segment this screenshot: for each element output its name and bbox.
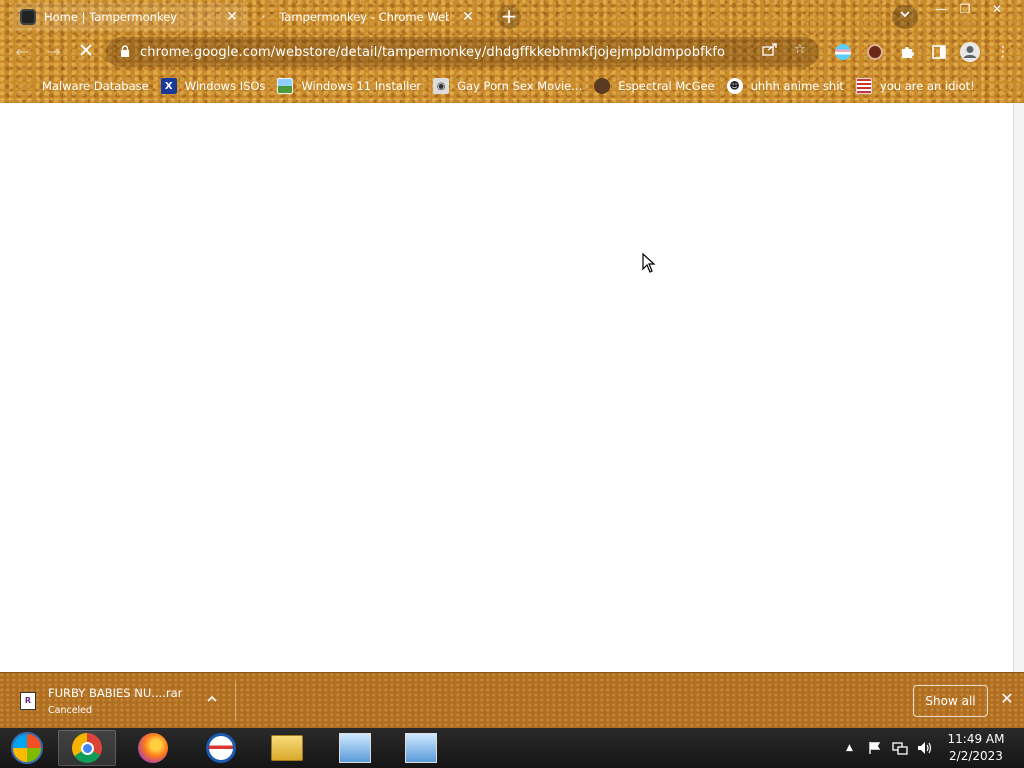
page-scrollbar[interactable]	[1013, 103, 1024, 672]
minimize-button[interactable]: —	[928, 0, 954, 18]
taskbar-firefox[interactable]	[124, 730, 182, 766]
tab-search-button[interactable]	[892, 5, 918, 29]
firefox-icon	[138, 733, 168, 763]
bookmarks-bar: Malware Database X Windows ISOs Windows …	[0, 70, 1024, 102]
bookmark-label: you are an idiot!	[879, 79, 975, 93]
tab-title: Home | Tampermonkey	[44, 10, 178, 24]
profile-avatar-icon[interactable]	[958, 40, 982, 64]
bookmark-label: uhhh anime shit	[750, 79, 844, 93]
download-filename: FURBY BABIES NU....rar	[48, 686, 183, 700]
clock-time: 11:49 AM	[947, 732, 1005, 746]
action-center-flag-icon[interactable]	[868, 728, 882, 768]
tab-strip: Home | Tampermonkey ✕ · Tampermonkey - C…	[0, 0, 1024, 34]
tab-chrome-web-store[interactable]: · Tampermonkey - Chrome Web St ✕	[254, 3, 484, 31]
bookmark-label: Windows ISOs	[184, 79, 266, 93]
flag-icon	[855, 78, 872, 94]
bookmark-windows-isos[interactable]: X Windows ISOs	[157, 74, 274, 98]
chevron-down-icon	[900, 11, 910, 18]
loading-dot-icon: ·	[262, 11, 266, 23]
clock-date: 2/2/2023	[949, 749, 1003, 763]
download-item[interactable]: R FURBY BABIES NU....rar Canceled	[14, 681, 236, 721]
tab-close-icon[interactable]: ✕	[460, 9, 476, 25]
start-button[interactable]	[0, 730, 54, 766]
toolbar: ← → chrome.google.com/webstore/detail/ta…	[0, 34, 1024, 70]
stop-loading-button[interactable]	[74, 40, 98, 64]
bookmark-you-are-an-idiot[interactable]: you are an idiot!	[852, 74, 983, 98]
extension-avatar-icon[interactable]	[864, 41, 886, 63]
extension-flag-icon[interactable]	[832, 41, 854, 63]
bookmark-label: Windows 11 Installer	[301, 79, 422, 93]
installer-icon	[405, 733, 437, 763]
bookmark-label: Espectral McGee	[618, 79, 715, 93]
system-clock[interactable]: 11:49 AM 2/2/2023	[936, 731, 1016, 765]
bookmark-anime[interactable]: ☻ uhhh anime shit	[723, 74, 852, 98]
taskbar-setup-2[interactable]	[392, 730, 450, 766]
taskbar-setup-1[interactable]	[326, 730, 384, 766]
show-all-button[interactable]: Show all	[913, 685, 988, 717]
bookmark-star-icon[interactable]: ☆	[794, 42, 806, 57]
taskbar-opera[interactable]	[192, 730, 250, 766]
x-logo-icon: X	[160, 78, 177, 94]
bookmark-windows-11-installer[interactable]: Windows 11 Installer	[273, 74, 429, 98]
tray-overflow-icon[interactable]: ▲	[846, 728, 853, 768]
network-icon[interactable]	[892, 728, 908, 768]
tab-home-tampermonkey[interactable]: Home | Tampermonkey ✕	[12, 3, 248, 31]
lock-icon	[120, 44, 130, 60]
chrome-icon	[72, 733, 102, 763]
installer-icon	[339, 733, 371, 763]
address-bar[interactable]: chrome.google.com/webstore/detail/tamper…	[106, 37, 819, 67]
image-icon	[277, 78, 294, 94]
close-window-button[interactable]: ✕	[984, 0, 1010, 18]
side-panel-icon[interactable]	[928, 41, 950, 63]
mouse-cursor-icon	[642, 253, 656, 273]
volume-icon[interactable]	[917, 728, 933, 768]
bookmark-malware-database[interactable]: Malware Database	[14, 74, 157, 98]
download-status: Canceled	[48, 705, 93, 716]
page-content	[0, 103, 1013, 672]
back-button[interactable]: ←	[10, 40, 34, 64]
tab-title: Tampermonkey - Chrome Web St	[279, 10, 450, 24]
globe-icon	[18, 78, 34, 94]
url-text: chrome.google.com/webstore/detail/tamper…	[140, 44, 726, 60]
forward-button[interactable]: →	[42, 40, 66, 64]
folder-icon	[271, 735, 303, 761]
tampermonkey-favicon-icon	[20, 9, 36, 25]
tab-close-icon[interactable]: ✕	[224, 9, 240, 25]
bookmark-label: Malware Database	[42, 79, 149, 93]
extensions-puzzle-icon[interactable]	[896, 41, 918, 63]
new-tab-button[interactable]: +	[497, 5, 521, 29]
restore-button[interactable]: ❐	[952, 0, 978, 18]
rar-file-icon: R	[20, 692, 36, 710]
chevron-up-icon[interactable]	[207, 692, 217, 706]
share-icon[interactable]	[762, 42, 778, 60]
download-shelf: R FURBY BABIES NU....rar Canceled Show a…	[0, 672, 1024, 728]
taskbar-file-explorer[interactable]	[258, 730, 316, 766]
taskbar: ▲ 11:49 AM 2/2/2023	[0, 728, 1024, 768]
opera-icon	[206, 733, 236, 763]
menu-kebab-icon[interactable]: ⋮	[992, 41, 1014, 63]
bookmark-espectral-mcgee[interactable]: Espectral McGee	[590, 74, 722, 98]
windows-logo-icon	[11, 732, 43, 764]
face-icon	[594, 78, 611, 94]
taskbar-chrome[interactable]	[58, 730, 116, 766]
close-shelf-icon[interactable]: ✕	[998, 689, 1016, 708]
close-icon	[80, 44, 92, 56]
bookmark-label: Gay Porn Sex Movie...	[457, 79, 583, 93]
anime-icon: ☻	[726, 78, 743, 94]
site-icon: ◉	[433, 78, 450, 94]
bookmark-site[interactable]: ◉ Gay Porn Sex Movie...	[429, 74, 590, 98]
